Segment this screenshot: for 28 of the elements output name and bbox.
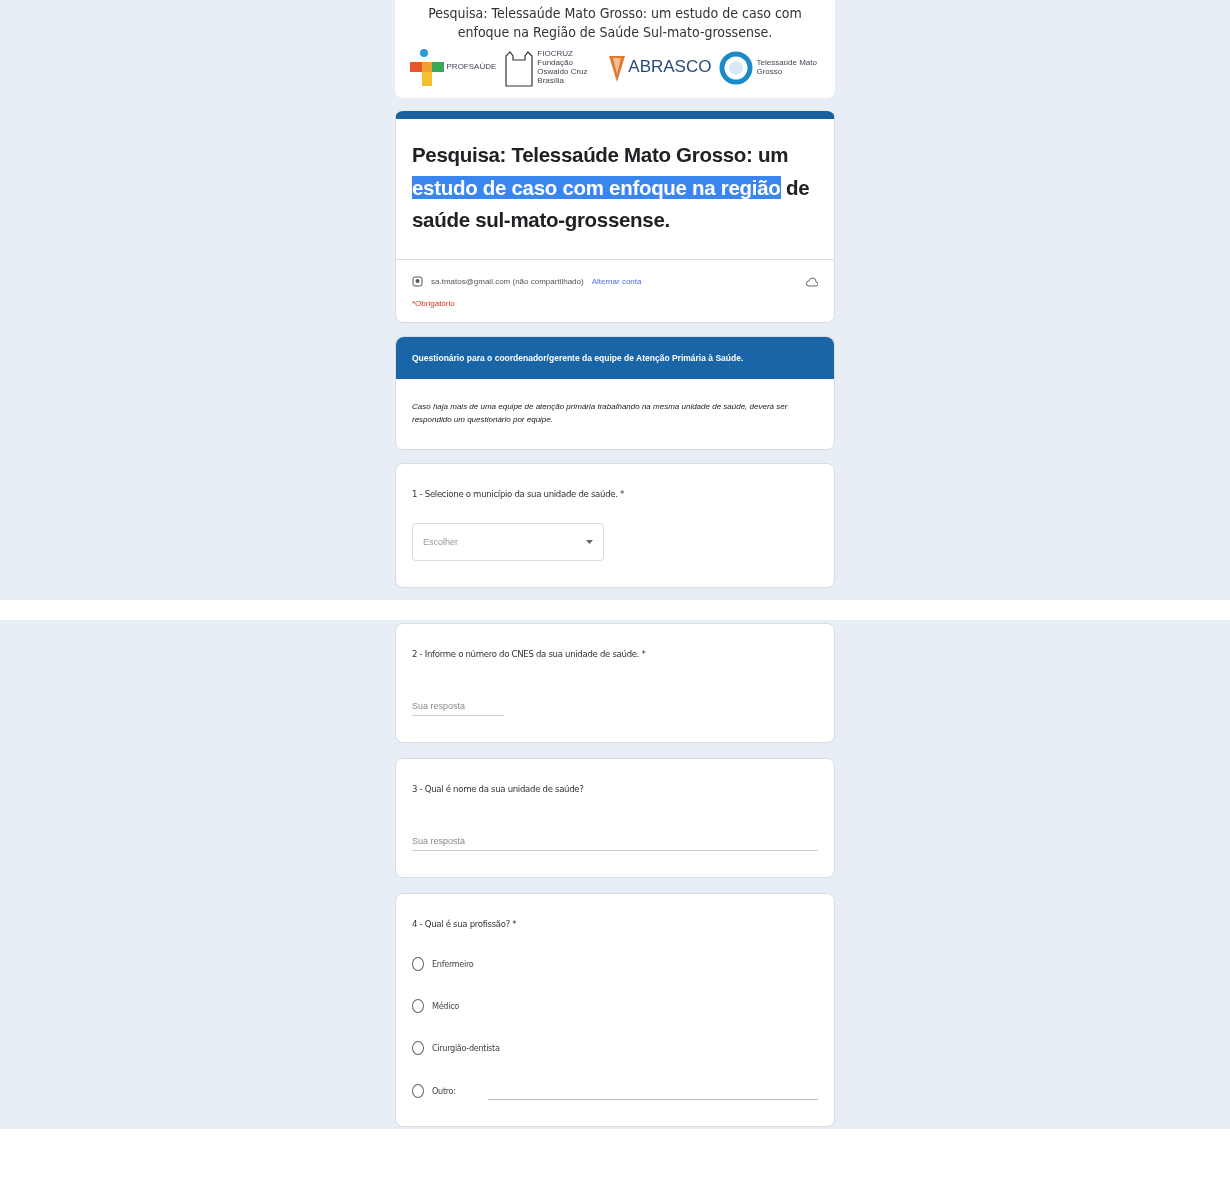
option-label: Médico [432,1000,459,1011]
cross-logo-icon [409,47,444,88]
caret-icon [586,539,593,544]
option-label: Enfermeiro [432,958,474,969]
logo-text: ABRASCO [628,58,712,78]
question-label: 3 - Qual é nome da sua unidade de saúde? [412,782,584,794]
flag-logo-icon [609,53,626,82]
option-label: Cirurgião-dentista [432,1042,500,1053]
cloud-icon [806,276,818,287]
account-email: sa.tmatos@gmail.com (não compartilhado) [431,277,584,287]
question-label: 2 - Informe o número do CNES da sua unidade de saúde. * [412,647,646,659]
question-label: 4 - Qual é sua profissão? * [412,917,517,929]
required-note: *Obrigatório [411,298,456,311]
section-header: Questionário para o coordenador/gerente da equipe de Atenção Primária à Saúde. [396,337,834,380]
answer-field[interactable]: Sua resposta [412,698,504,716]
form-title: Pesquisa: Telessaúde Mato Grosso: um estudo de caso com enfoque na região de saúde sul-mato-grossense. [411,141,811,234]
question-label: 1 - Selecione o município da sua unidade de saúde. * [412,487,625,499]
switch-account-link[interactable]: Alternar conta [591,277,642,287]
section-description: Caso haja mais de uma equipe de atenção primária trabalhando na mesma unidade de saúde, deverá ser respondido um questionário por equipe. [411,401,789,426]
banner-caption: Pesquisa: Telessaúde Mato Grosso: um estudo de caso com enfoque na Região de Saúde Sul-mato-grossense. [427,4,803,42]
logo-text: PROFSAÚDE [446,63,497,73]
answer-field[interactable]: Sua resposta [412,833,818,851]
logo-text: FIOCRUZ Fundação Oswaldo Cruz Brasília [537,50,589,86]
account-icon [412,276,423,288]
option-label: Outro: [432,1086,456,1097]
logo-text: Telessaúde Mato Grosso [756,59,818,77]
ring-logo-icon [719,50,754,85]
choose-dropdown[interactable]: Escolher [412,522,604,561]
